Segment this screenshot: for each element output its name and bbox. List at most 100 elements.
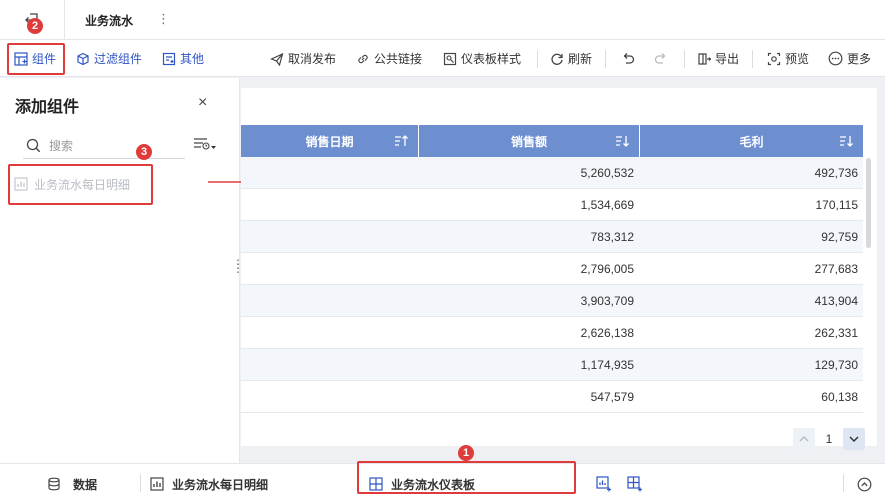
chevron-up-circle-icon <box>857 477 872 491</box>
chevron-down-icon <box>849 436 859 443</box>
sort-icon[interactable] <box>615 134 629 148</box>
undo-button[interactable] <box>621 40 635 77</box>
bottom-bar: 数据 业务流水每日明细 1 业务流水仪表板 <box>0 445 885 503</box>
table-row[interactable]: 2,626,138 262,331 <box>241 317 863 349</box>
bar-chart-icon <box>150 477 164 491</box>
tab-title[interactable]: 业务流水 <box>85 12 133 29</box>
cell-date <box>241 285 411 317</box>
cell-date <box>241 381 411 413</box>
divider <box>684 50 685 68</box>
dashboard-style-button[interactable]: 仪表板样式 <box>443 40 521 77</box>
column-header-label: 毛利 <box>739 134 764 149</box>
add-sheet-button[interactable] <box>596 464 612 503</box>
sort-icon[interactable] <box>394 134 408 148</box>
table-row[interactable]: 1,534,669 170,115 <box>241 189 863 221</box>
undo-icon <box>623 52 635 64</box>
cell-sales: 3,903,709 <box>580 294 634 308</box>
cell-sales: 547,579 <box>590 390 634 404</box>
table-row[interactable]: 1,174,935 129,730 <box>241 349 863 381</box>
table-scrollbar[interactable] <box>866 158 871 248</box>
sheet-tab-daily-detail[interactable]: 业务流水每日明细 <box>150 464 268 503</box>
search-icon <box>26 138 41 153</box>
plane-icon <box>270 52 284 66</box>
table-row[interactable]: 783,312 92,759 <box>241 221 863 253</box>
panel-resize-handle[interactable]: ⋮ ⋮ <box>232 258 244 274</box>
cell-sales: 783,312 <box>590 230 634 244</box>
column-header-profit[interactable]: 毛利 <box>640 125 863 157</box>
toolbar: 组件 2 过滤组件 其他 取消发布 公共链接 仪表板样式 刷新 导出 预览 更多 <box>0 18 885 77</box>
next-page-button[interactable] <box>843 428 865 450</box>
table-row[interactable]: 2,796,005 277,683 <box>241 253 863 285</box>
search-box <box>23 133 185 159</box>
other-button[interactable]: 其他 <box>162 40 204 77</box>
add-component-panel: 添加组件 × 3 业务流水每日明细 <box>0 78 240 463</box>
unpublish-label: 取消发布 <box>288 52 337 66</box>
cell-sales: 5,260,532 <box>580 166 634 180</box>
cell-profit: 492,736 <box>814 166 858 180</box>
dashboard-icon <box>369 477 383 491</box>
export-label: 导出 <box>715 52 740 66</box>
more-button[interactable]: 更多 <box>828 40 871 77</box>
refresh-button[interactable]: 刷新 <box>550 40 592 77</box>
cell-date <box>241 221 411 253</box>
chevron-up-icon <box>799 435 809 442</box>
cell-date <box>241 349 411 381</box>
cell-date <box>241 317 411 349</box>
collapse-button[interactable] <box>857 464 872 503</box>
column-header-date[interactable]: 销售日期 <box>241 125 419 157</box>
data-tab[interactable]: 数据 <box>47 464 97 503</box>
table-widget[interactable]: 销售日期 销售额 毛利 5,260,532 492,736 1,534,669 … <box>241 88 877 450</box>
preview-button[interactable]: 预览 <box>767 40 809 77</box>
panel-title: 添加组件 <box>15 99 80 116</box>
refresh-icon <box>551 53 563 65</box>
cube-icon <box>77 52 89 65</box>
redo-icon <box>654 52 666 64</box>
prev-page-button[interactable] <box>793 428 815 450</box>
add-dashboard-button[interactable] <box>627 464 643 503</box>
table-row[interactable]: 547,579 60,138 <box>241 381 863 413</box>
sort-filter-button[interactable] <box>193 137 217 151</box>
table-row[interactable]: 3,903,709 413,904 <box>241 285 863 317</box>
dashboard-tab[interactable]: 业务流水仪表板 <box>369 464 475 503</box>
unpublish-button[interactable]: 取消发布 <box>270 40 336 77</box>
filter-component-button[interactable]: 过滤组件 <box>76 40 142 77</box>
export-button[interactable]: 导出 <box>697 40 739 77</box>
component-item-daily-detail[interactable]: 业务流水每日明细 <box>14 174 130 194</box>
cell-profit: 170,115 <box>815 198 859 212</box>
divider <box>605 50 606 68</box>
list-add-icon <box>162 52 176 65</box>
divider <box>140 474 141 492</box>
public-link-button[interactable]: 公共链接 <box>356 40 422 77</box>
dashboard-style-label: 仪表板样式 <box>461 52 522 66</box>
table-row[interactable]: 5,260,532 492,736 <box>241 157 863 189</box>
sort-icon[interactable] <box>839 134 853 148</box>
top-bar: 业务流水 ⋮ <box>0 0 885 40</box>
cell-profit: 413,904 <box>814 294 858 308</box>
table-header: 销售日期 销售额 毛利 <box>241 125 863 157</box>
column-header-sales[interactable]: 销售额 <box>419 125 640 157</box>
database-icon <box>48 477 60 491</box>
dashboard-tab-label: 业务流水仪表板 <box>391 477 476 492</box>
cell-profit: 262,331 <box>814 326 858 340</box>
divider <box>64 0 65 40</box>
close-icon[interactable]: × <box>198 94 207 112</box>
bar-chart-icon <box>14 177 28 191</box>
preview-label: 预览 <box>785 52 810 66</box>
search-input[interactable] <box>49 136 179 156</box>
more-label: 更多 <box>847 52 872 66</box>
other-label: 其他 <box>180 52 205 66</box>
pagination: 1 <box>793 428 865 450</box>
cell-sales: 1,534,669 <box>580 198 634 212</box>
divider <box>537 50 538 68</box>
tab-more-icon[interactable]: ⋮ <box>157 11 170 27</box>
cell-sales: 2,626,138 <box>580 326 634 340</box>
add-sheet-icon <box>596 476 611 492</box>
style-icon <box>443 52 457 65</box>
column-header-label: 销售额 <box>510 134 547 149</box>
link-icon <box>358 54 368 63</box>
sheet-tab-label: 业务流水每日明细 <box>172 477 269 492</box>
export-icon <box>698 52 711 65</box>
annotation-badge-1: 1 <box>458 445 474 461</box>
redo-button[interactable] <box>654 40 668 77</box>
cell-profit: 129,730 <box>814 358 858 372</box>
